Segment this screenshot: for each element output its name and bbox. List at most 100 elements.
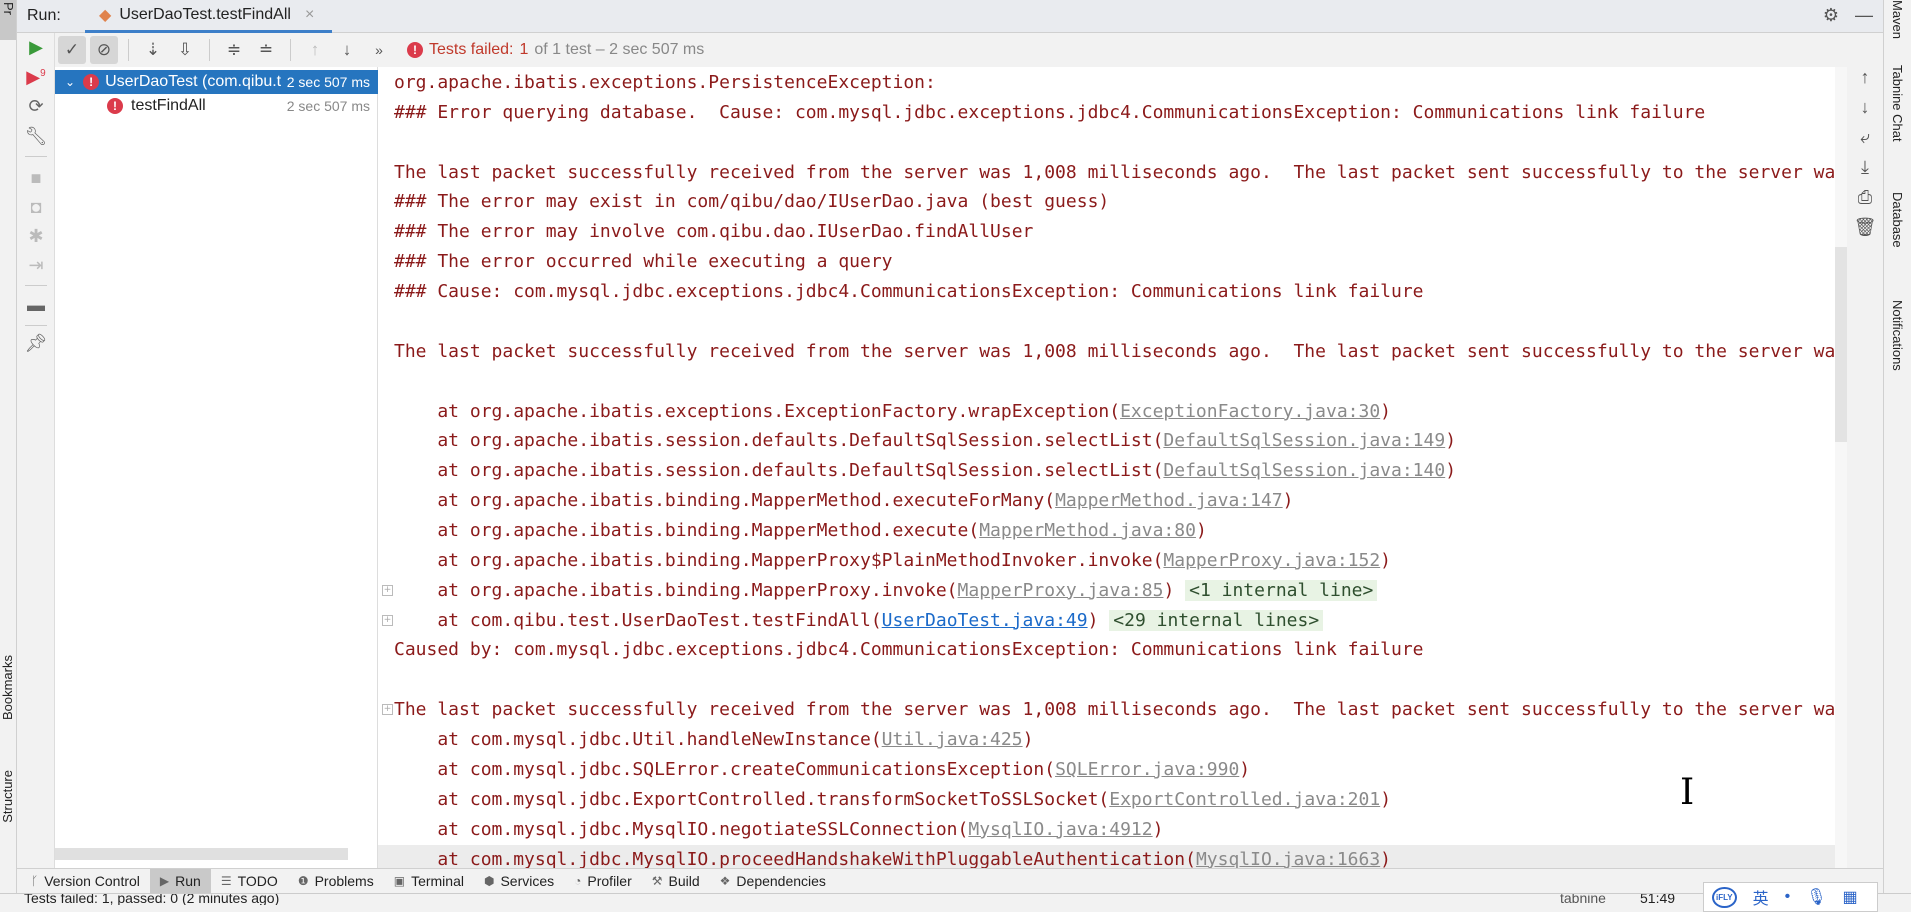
source-link[interactable]: Util.java:425 <box>882 729 1023 750</box>
console-text: ) <box>1445 430 1457 452</box>
tool-button-terminal[interactable]: ▣ Terminal <box>384 869 474 894</box>
project-tool-button[interactable]: Pr <box>0 0 16 40</box>
trash-icon[interactable]: 🗑︎ <box>1847 217 1883 238</box>
up-arrow-icon[interactable]: ↑ <box>1847 67 1883 88</box>
tool-button-services[interactable]: ⬢ Services <box>474 869 564 894</box>
source-link[interactable]: ExportControlled.java:201 <box>1109 789 1380 810</box>
pin-icon[interactable]: 📌︎ <box>17 333 55 354</box>
right-tool-strip: Maven Tabnine Chat Database Notification… <box>1883 0 1911 905</box>
tab-title: UserDaoTest.testFindAll <box>119 6 291 23</box>
source-link[interactable]: MapperMethod.java:147 <box>1055 490 1283 511</box>
tabnine-chat-tool-button[interactable]: Tabnine Chat <box>1890 65 1905 142</box>
structure-tool-button[interactable]: Structure <box>0 770 15 823</box>
source-link[interactable]: MysqlIO.java:4912 <box>968 819 1152 840</box>
console-output[interactable]: org.apache.ibatis.exceptions.Persistence… <box>378 67 1835 868</box>
layout-icon[interactable]: ▬ <box>17 295 55 316</box>
expand-all-icon[interactable]: ≑ <box>220 36 248 64</box>
console-line: org.apache.ibatis.exceptions.Persistence… <box>394 68 936 98</box>
soft-wrap-icon[interactable]: ⤶ <box>1847 127 1883 148</box>
down-arrow-icon[interactable]: ↓ <box>1847 97 1883 118</box>
console-line: at org.apache.ibatis.binding.MapperProxy… <box>394 576 1378 606</box>
apps-grid-icon[interactable]: ▦ <box>1843 887 1858 907</box>
console-text: ### The error occurred while executing a… <box>394 251 893 273</box>
ifly-logo-icon[interactable]: iFLY <box>1712 886 1737 908</box>
console-text: at org.apache.ibatis.binding.MapperProxy… <box>394 549 1164 571</box>
debug-icon[interactable]: ✱ <box>17 226 55 247</box>
bookmarks-tool-button[interactable]: Bookmarks <box>0 655 15 720</box>
collapse-all-icon[interactable]: ≐ <box>252 36 280 64</box>
maven-tool-button[interactable]: Maven <box>1890 0 1905 39</box>
camera-icon[interactable]: ◘ <box>17 197 55 218</box>
rerun-icon[interactable]: ▶ <box>17 37 55 58</box>
rerun-failed-icon[interactable]: ▶9 <box>17 67 55 88</box>
tree-horizontal-scrollbar[interactable] <box>55 848 348 860</box>
notifications-tool-button[interactable]: Notifications <box>1890 300 1905 371</box>
tree-item-userdaotest[interactable]: ⌄ ! UserDaoTest (com.qibu.t 2 sec 507 ms <box>55 70 378 94</box>
source-link[interactable]: SQLError.java:990 <box>1055 759 1239 780</box>
tool-button-problems[interactable]: ❶ Problems <box>288 869 384 894</box>
show-passed-icon[interactable]: ✓ <box>58 36 86 64</box>
punctuation-icon[interactable]: • <box>1785 888 1791 906</box>
tree-item-testfindall[interactable]: ! testFindAll 2 sec 507 ms <box>55 94 378 118</box>
more-icon[interactable]: » <box>365 36 393 64</box>
chevron-down-icon[interactable]: ⌄ <box>65 75 75 89</box>
run-side-toolbar: ▶ ▶9 ⟳ 🔧︎ ■ ◘ ✱ ⇥ ▬ 📌︎ <box>17 33 55 868</box>
wrench-icon[interactable]: 🔧︎ <box>17 126 55 147</box>
prev-failed-icon[interactable]: ↑ <box>301 36 329 64</box>
console-text: ### The error may exist in com/qibu/dao/… <box>394 191 1110 213</box>
source-link[interactable]: ExceptionFactory.java:30 <box>1120 401 1380 422</box>
minimize-icon[interactable]: — <box>1855 5 1873 26</box>
scroll-to-end-icon[interactable]: ⤓ <box>1847 157 1883 178</box>
stop-icon[interactable]: ■ <box>17 168 55 189</box>
print-icon[interactable]: ⎙ <box>1847 187 1883 208</box>
source-link[interactable]: MysqlIO.java:1663 <box>1196 849 1380 869</box>
branch-icon: ᚴ <box>31 874 39 888</box>
tool-button-todo[interactable]: ☰ TODO <box>211 869 288 894</box>
console-text: Caused by: com.mysql.jdbc.exceptions.jdb… <box>394 639 1424 661</box>
close-tab-icon[interactable]: × <box>305 6 314 24</box>
source-link[interactable]: DefaultSqlSession.java:140 <box>1163 460 1445 481</box>
internal-lines-fold[interactable]: <1 internal line> <box>1185 579 1378 601</box>
tool-button-profiler[interactable]: ◔ Profiler <box>564 869 642 894</box>
source-link[interactable]: MapperMethod.java:80 <box>979 520 1196 541</box>
ime-toolbar: iFLY 英 • 🎙︎ ▦ <box>1703 882 1878 912</box>
status-message[interactable]: Tests failed: 1, passed: 0 (2 minutes ag… <box>24 894 279 905</box>
tool-button-run[interactable]: ▶ Run <box>149 868 211 894</box>
fold-expand-icon[interactable]: + <box>382 614 393 626</box>
tool-button-label: Problems <box>314 873 374 889</box>
source-link[interactable]: UserDaoTest.java:49 <box>882 610 1088 631</box>
import-icon[interactable]: ⇥ <box>17 255 55 276</box>
text-cursor-icon: I <box>1680 772 1695 813</box>
source-link[interactable]: MapperProxy.java:152 <box>1163 550 1380 571</box>
console-line: at com.mysql.jdbc.MysqlIO.proceedHandsha… <box>378 844 1835 869</box>
console-line: The last packet successfully received fr… <box>394 695 1835 725</box>
source-link[interactable]: DefaultSqlSession.java:149 <box>1163 430 1445 451</box>
tabnine-status[interactable]: tabnine <box>1560 894 1606 905</box>
tab-run-config[interactable]: ◆ UserDaoTest.testFindAll × <box>85 0 332 33</box>
console-text: at org.apache.ibatis.binding.MapperProxy… <box>394 579 958 601</box>
sort-alpha-icon[interactable]: ⇣ <box>139 36 167 64</box>
cursor-position[interactable]: 51:49 <box>1640 894 1675 905</box>
gear-icon[interactable]: ⚙ <box>1823 5 1839 26</box>
console-scrollbar[interactable] <box>1835 67 1847 868</box>
fold-expand-icon[interactable]: + <box>382 584 393 596</box>
profiler-icon: ◔ <box>574 874 582 888</box>
sort-duration-icon[interactable]: ⇩ <box>171 36 199 64</box>
microphone-icon[interactable]: 🎙︎ <box>1806 887 1826 907</box>
internal-lines-fold[interactable]: <29 internal lines> <box>1109 609 1324 631</box>
scrollbar-thumb[interactable] <box>1835 247 1847 442</box>
tool-button-build[interactable]: ⚒ Build <box>642 869 710 894</box>
database-tool-button[interactable]: Database <box>1890 192 1905 248</box>
tool-button-version-control[interactable]: ᚴ Version Control <box>21 869 150 894</box>
toggle-auto-test-icon[interactable]: ⟳ <box>17 96 55 117</box>
run-tab-bar: Run: ◆ UserDaoTest.testFindAll × ⚙ — <box>17 0 1883 33</box>
tool-button-dependencies[interactable]: ❖ Dependencies <box>710 869 836 894</box>
source-link[interactable]: MapperProxy.java:85 <box>958 580 1164 601</box>
console-text: at org.apache.ibatis.session.defaults.De… <box>394 460 1164 482</box>
console-text: ) <box>1163 579 1186 601</box>
console-line: The last packet successfully received fr… <box>394 158 1835 188</box>
next-failed-icon[interactable]: ↓ <box>333 36 361 64</box>
ime-language-toggle[interactable]: 英 <box>1753 885 1769 909</box>
show-ignored-icon[interactable]: ⊘ <box>90 36 118 64</box>
fold-expand-icon[interactable]: + <box>382 704 393 716</box>
